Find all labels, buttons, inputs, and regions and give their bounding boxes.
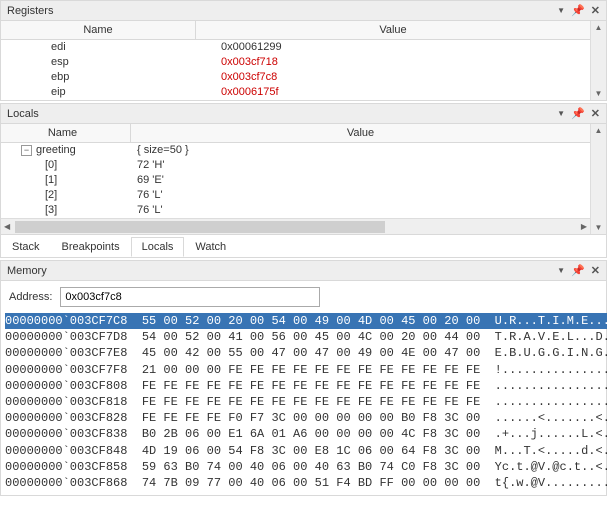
locals-child-row[interactable]: [0]72 'H' [1, 158, 590, 173]
local-value: 76 'L' [131, 188, 590, 202]
scroll-down-icon[interactable]: ▼ [591, 87, 606, 100]
memory-row[interactable]: 00000000`003CF848 4D 19 06 00 54 F8 3C 0… [5, 443, 607, 459]
memory-row[interactable]: 00000000`003CF858 59 63 B0 74 00 40 06 0… [5, 459, 607, 475]
pin-icon[interactable]: 📌 [571, 264, 585, 277]
scroll-right-icon[interactable]: ▶ [578, 222, 590, 231]
tab-breakpoints[interactable]: Breakpoints [51, 237, 131, 257]
col-name[interactable]: Name [1, 124, 131, 142]
locals-root-row[interactable]: −greeting { size=50 } [1, 143, 590, 158]
col-value[interactable]: Value [196, 21, 590, 39]
registers-panel: Registers ▼ 📌 ✕ Name Value edi0x00061299… [0, 0, 607, 101]
register-value: 0x003cf718 [181, 55, 590, 69]
col-value[interactable]: Value [131, 124, 590, 142]
register-row[interactable]: esp0x003cf718 [1, 55, 590, 70]
local-value: 76 'L' [131, 203, 590, 217]
col-name[interactable]: Name [1, 21, 196, 39]
local-value: 69 'E' [131, 173, 590, 187]
memory-row[interactable]: 00000000`003CF838 B0 2B 06 00 E1 6A 01 A… [5, 426, 607, 442]
memory-header: Memory ▼ 📌 ✕ [1, 261, 606, 281]
locals-title: Locals [7, 108, 39, 120]
locals-grid: Name Value −greeting { size=50 } [0]72 '… [1, 124, 590, 218]
local-value: { size=50 } [131, 143, 590, 157]
memory-row[interactable]: 00000000`003CF828 FE FE FE FE F0 F7 3C 0… [5, 410, 607, 426]
panel-menu-icon[interactable]: ▼ [557, 109, 565, 118]
close-icon[interactable]: ✕ [591, 107, 600, 120]
registers-title: Registers [7, 5, 53, 17]
locals-panel: Locals ▼ 📌 ✕ Name Value −greeting { size… [0, 103, 607, 258]
register-row[interactable]: edi0x00061299 [1, 40, 590, 55]
pin-icon[interactable]: 📌 [571, 4, 585, 17]
register-name: ebp [1, 70, 181, 84]
locals-child-row[interactable]: [2]76 'L' [1, 188, 590, 203]
locals-hscroll[interactable]: ◀ ▶ [1, 218, 590, 234]
register-value: 0x00061299 [181, 40, 590, 54]
memory-row[interactable]: 00000000`003CF868 74 7B 09 77 00 40 06 0… [5, 475, 607, 491]
local-name: [0] [1, 158, 131, 172]
local-name: [3] [1, 203, 131, 217]
address-input[interactable] [60, 287, 320, 307]
memory-row[interactable]: 00000000`003CF808 FE FE FE FE FE FE FE F… [5, 378, 607, 394]
register-row[interactable]: eip0x0006175f [1, 85, 590, 100]
register-value: 0x003cf7c8 [181, 70, 590, 84]
locals-child-row[interactable]: [1]69 'E' [1, 173, 590, 188]
close-icon[interactable]: ✕ [591, 4, 600, 17]
pin-icon[interactable]: 📌 [571, 107, 585, 120]
tab-watch[interactable]: Watch [184, 237, 237, 257]
locals-scrollbar[interactable]: ▲ ▼ [590, 124, 606, 234]
registers-grid: Name Value edi0x00061299esp0x003cf718ebp… [1, 21, 590, 100]
memory-panel: Memory ▼ 📌 ✕ Address: 00000000`003CF7C8 … [0, 260, 607, 496]
bottom-tabs: StackBreakpointsLocalsWatch [1, 234, 606, 257]
registers-header: Registers ▼ 📌 ✕ [1, 1, 606, 21]
scroll-left-icon[interactable]: ◀ [1, 222, 13, 231]
close-icon[interactable]: ✕ [591, 264, 600, 277]
collapse-icon[interactable]: − [21, 145, 32, 156]
register-value: 0x0006175f [181, 85, 590, 99]
tab-locals[interactable]: Locals [131, 237, 185, 257]
panel-menu-icon[interactable]: ▼ [557, 266, 565, 275]
scroll-up-icon[interactable]: ▲ [591, 124, 606, 137]
scroll-down-icon[interactable]: ▼ [591, 221, 606, 234]
scroll-up-icon[interactable]: ▲ [591, 21, 606, 34]
register-name: edi [1, 40, 181, 54]
memory-row[interactable]: 00000000`003CF7F8 21 00 00 00 FE FE FE F… [5, 362, 607, 378]
local-name: [2] [1, 188, 131, 202]
memory-row[interactable]: 00000000`003CF7C8 55 00 52 00 20 00 54 0… [5, 313, 607, 329]
memory-row[interactable]: 00000000`003CF7E8 45 00 42 00 55 00 47 0… [5, 345, 607, 361]
registers-scrollbar[interactable]: ▲ ▼ [590, 21, 606, 100]
memory-dump[interactable]: 00000000`003CF7C8 55 00 52 00 20 00 54 0… [1, 313, 607, 495]
panel-menu-icon[interactable]: ▼ [557, 6, 565, 15]
local-name: [1] [1, 173, 131, 187]
tab-stack[interactable]: Stack [1, 237, 51, 257]
memory-row[interactable]: 00000000`003CF7D8 54 00 52 00 41 00 56 0… [5, 329, 607, 345]
locals-header: Locals ▼ 📌 ✕ [1, 104, 606, 124]
locals-child-row[interactable]: [3]76 'L' [1, 203, 590, 218]
register-name: esp [1, 55, 181, 69]
address-label: Address: [9, 291, 52, 303]
local-name: greeting [36, 144, 76, 156]
local-value: 72 'H' [131, 158, 590, 172]
memory-row[interactable]: 00000000`003CF818 FE FE FE FE FE FE FE F… [5, 394, 607, 410]
register-row[interactable]: ebp0x003cf7c8 [1, 70, 590, 85]
register-name: eip [1, 85, 181, 99]
scroll-thumb[interactable] [15, 221, 385, 233]
memory-title: Memory [7, 265, 47, 277]
